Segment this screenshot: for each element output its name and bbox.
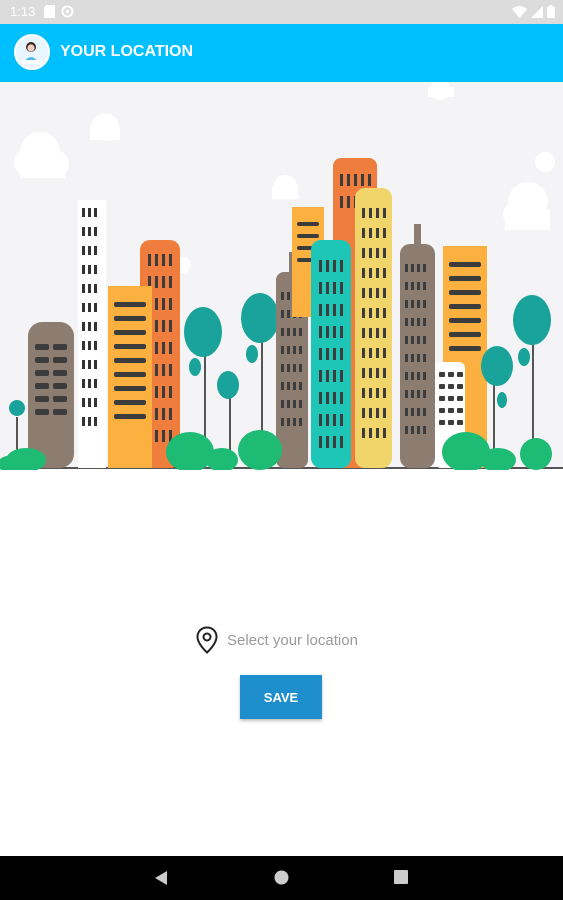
wifi-icon: [512, 5, 527, 18]
app-bar: YOUR LOCATION: [0, 24, 563, 82]
avatar[interactable]: [14, 34, 50, 70]
location-pin-icon: [196, 626, 218, 654]
save-button[interactable]: SAVE: [240, 675, 322, 719]
location-placeholder: Select your location: [227, 631, 358, 649]
battery-icon: [547, 5, 555, 18]
avatar-illustration: [16, 36, 48, 68]
navigation-bar: [0, 856, 563, 900]
page-title: YOUR LOCATION: [60, 43, 194, 60]
home-icon[interactable]: [274, 870, 289, 885]
location-selector[interactable]: Select your location: [195, 626, 358, 654]
back-icon[interactable]: [154, 870, 168, 886]
city-skyline-illustration: [0, 80, 563, 472]
sync-icon: [61, 5, 74, 18]
signal-icon: [531, 5, 543, 18]
status-time: 1:13: [10, 4, 36, 19]
recents-icon[interactable]: [394, 870, 408, 884]
status-bar: 1:13: [0, 0, 563, 24]
sd-card-icon: [44, 5, 55, 18]
